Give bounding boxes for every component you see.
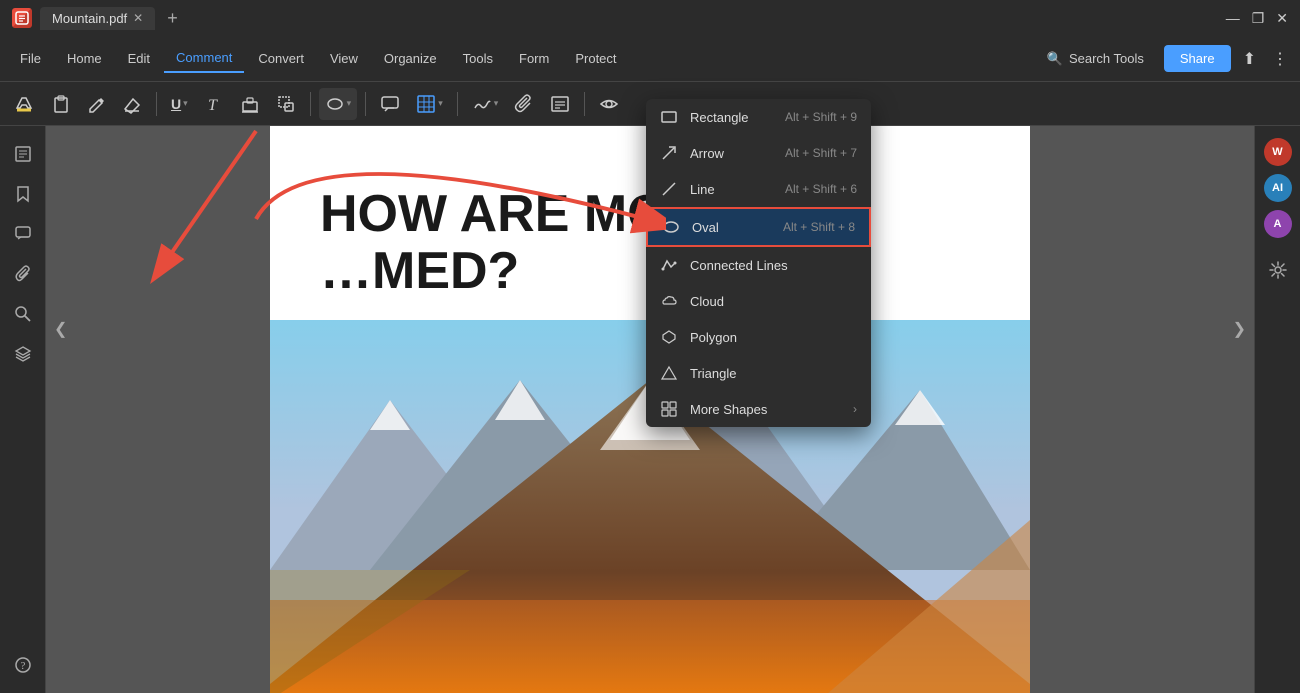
line-icon: [660, 180, 678, 198]
dropdown-item-arrow[interactable]: Arrow Alt + Shift + 7: [646, 135, 871, 171]
arrow-label: Arrow: [690, 146, 773, 161]
connected-lines-icon: [660, 256, 678, 274]
avatar-a[interactable]: A: [1264, 210, 1292, 238]
share-button[interactable]: Share: [1164, 45, 1231, 72]
divider-2: [310, 92, 311, 116]
cloud-label: Cloud: [690, 294, 857, 309]
nav-left-button[interactable]: ❮: [46, 311, 75, 347]
eraser-tool[interactable]: [116, 88, 148, 120]
menu-protect[interactable]: Protect: [563, 45, 628, 72]
highlight-tool[interactable]: [8, 88, 40, 120]
menu-right: 🔍 Search Tools Share ⬆ ⋮: [1035, 45, 1292, 73]
menu-bar: File Home Edit Comment Convert View Orga…: [0, 36, 1300, 82]
svg-text:?: ?: [20, 660, 25, 672]
menu-comment[interactable]: Comment: [164, 44, 244, 73]
menu-edit[interactable]: Edit: [116, 45, 162, 72]
settings-icon[interactable]: [1262, 254, 1294, 286]
expand-button[interactable]: ⋮: [1268, 45, 1292, 73]
oval-label: Oval: [692, 220, 771, 235]
menu-organize[interactable]: Organize: [372, 45, 449, 72]
signature-tool[interactable]: ▾: [466, 88, 505, 120]
divider-4: [457, 92, 458, 116]
window-controls: — ❐ ✕: [1226, 10, 1288, 27]
pencil-tool[interactable]: [80, 88, 112, 120]
more-shapes-arrow: ›: [853, 402, 857, 416]
maximize-button[interactable]: ❐: [1252, 10, 1265, 27]
connected-lines-label: Connected Lines: [690, 258, 857, 273]
dropdown-item-triangle[interactable]: Triangle: [646, 355, 871, 391]
polygon-icon: [660, 328, 678, 346]
shape-tool[interactable]: ▾: [319, 88, 358, 120]
rectangle-icon: [660, 108, 678, 126]
text-tool[interactable]: T: [198, 88, 230, 120]
shape-dropdown-menu: Rectangle Alt + Shift + 9 Arrow Alt + Sh…: [646, 99, 871, 427]
search-tools-button[interactable]: 🔍 Search Tools: [1035, 45, 1156, 73]
menu-tools[interactable]: Tools: [451, 45, 505, 72]
dropdown-item-oval[interactable]: Oval Alt + Shift + 8: [646, 207, 871, 247]
triangle-icon: [660, 364, 678, 382]
line-shortcut: Alt + Shift + 6: [785, 182, 857, 196]
dropdown-item-more-shapes[interactable]: More Shapes ›: [646, 391, 871, 427]
title-bar: Mountain.pdf ✕ + — ❐ ✕: [0, 0, 1300, 36]
arrow-icon: [660, 144, 678, 162]
left-sidebar: ?: [0, 126, 46, 693]
oval-icon: [662, 218, 680, 236]
new-tab-button[interactable]: +: [167, 8, 178, 29]
sidebar-attachments[interactable]: [7, 258, 39, 290]
sidebar-comments[interactable]: [7, 218, 39, 250]
menu-view[interactable]: View: [318, 45, 370, 72]
cloud-icon: [660, 292, 678, 310]
dropdown-item-polygon[interactable]: Polygon: [646, 319, 871, 355]
sidebar-help[interactable]: ?: [7, 649, 39, 681]
oval-shortcut: Alt + Shift + 8: [783, 220, 855, 234]
avatar-ai[interactable]: AI: [1264, 174, 1292, 202]
divider-1: [156, 92, 157, 116]
divider-3: [365, 92, 366, 116]
search-tools-label: Search Tools: [1069, 51, 1144, 66]
app-icon: [12, 8, 32, 28]
divider-5: [584, 92, 585, 116]
dropdown-item-cloud[interactable]: Cloud: [646, 283, 871, 319]
triangle-label: Triangle: [690, 366, 857, 381]
more-shapes-label: More Shapes: [690, 402, 841, 417]
clipboard-tool[interactable]: [44, 88, 76, 120]
dropdown-item-rectangle[interactable]: Rectangle Alt + Shift + 9: [646, 99, 871, 135]
more-shapes-icon: [660, 400, 678, 418]
rectangle-shortcut: Alt + Shift + 9: [785, 110, 857, 124]
tab-title: Mountain.pdf: [52, 11, 127, 26]
tab-mountain-pdf[interactable]: Mountain.pdf ✕: [40, 7, 155, 30]
menu-convert[interactable]: Convert: [246, 45, 316, 72]
sidebar-search[interactable]: [7, 298, 39, 330]
attachment-tool[interactable]: [508, 88, 540, 120]
svg-text:T: T: [208, 97, 218, 114]
view-tool[interactable]: [593, 88, 625, 120]
transform-tool[interactable]: [270, 88, 302, 120]
menu-file[interactable]: File: [8, 45, 53, 72]
search-icon: 🔍: [1047, 51, 1063, 67]
menu-form[interactable]: Form: [507, 45, 561, 72]
sidebar-bookmarks[interactable]: [7, 178, 39, 210]
minimize-button[interactable]: —: [1226, 10, 1240, 26]
line-label: Line: [690, 182, 773, 197]
table-tool[interactable]: ▾: [410, 88, 449, 120]
stamp-tool[interactable]: [234, 88, 266, 120]
rectangle-label: Rectangle: [690, 110, 773, 125]
dropdown-item-connected-lines[interactable]: Connected Lines: [646, 247, 871, 283]
right-sidebar: W AI A: [1254, 126, 1300, 693]
sidebar-pages[interactable]: [7, 138, 39, 170]
menu-home[interactable]: Home: [55, 45, 114, 72]
sidebar-layers[interactable]: [7, 338, 39, 370]
avatar-w[interactable]: W: [1264, 138, 1292, 166]
nav-right-button[interactable]: ❯: [1225, 311, 1254, 347]
upload-button[interactable]: ⬆: [1239, 45, 1260, 73]
polygon-label: Polygon: [690, 330, 857, 345]
underline-tool[interactable]: U ▾: [165, 88, 194, 120]
close-window-button[interactable]: ✕: [1276, 10, 1288, 27]
arrow-shortcut: Alt + Shift + 7: [785, 146, 857, 160]
edit-text-tool[interactable]: [544, 88, 576, 120]
tab-close-button[interactable]: ✕: [133, 11, 143, 25]
comment-tool[interactable]: [374, 88, 406, 120]
dropdown-item-line[interactable]: Line Alt + Shift + 6: [646, 171, 871, 207]
